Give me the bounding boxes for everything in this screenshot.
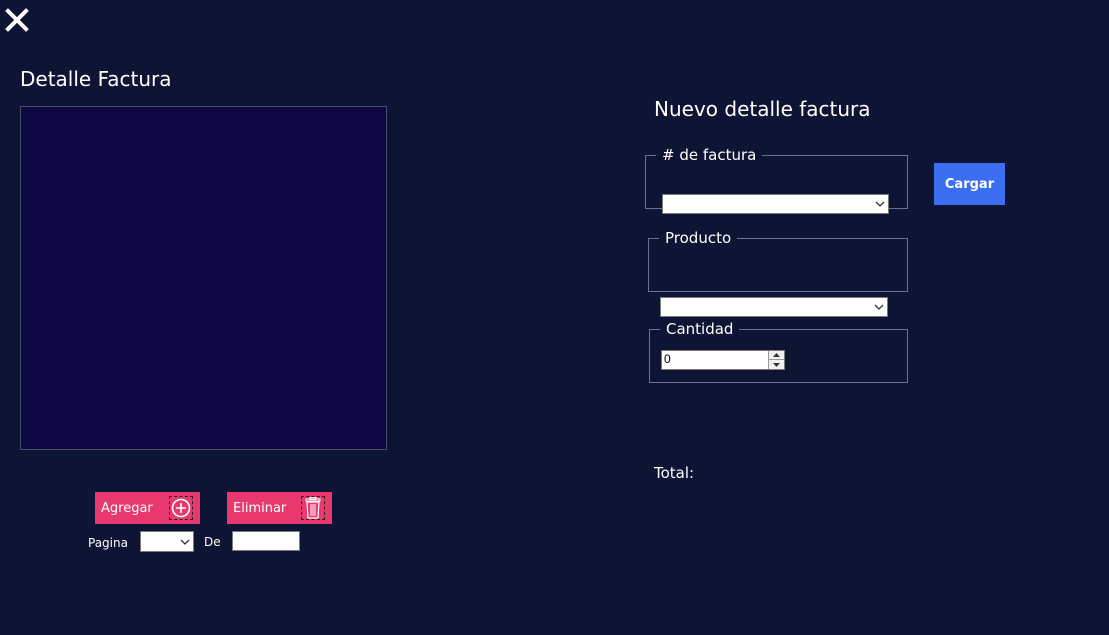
quantity-value: 0 [664, 352, 671, 366]
add-button[interactable]: Agregar [95, 492, 200, 524]
add-button-label: Agregar [101, 500, 153, 516]
page-select[interactable] [140, 531, 194, 552]
stepper-down-icon[interactable] [769, 360, 784, 369]
stepper-up-icon[interactable] [769, 351, 784, 360]
quantity-group-label: Cantidad [660, 320, 740, 338]
delete-button-label: Eliminar [233, 500, 287, 516]
close-icon[interactable] [5, 8, 29, 32]
delete-button[interactable]: Eliminar [227, 492, 332, 524]
of-label: De [204, 535, 221, 549]
chevron-down-icon [180, 539, 190, 545]
product-group-label: Producto [659, 229, 738, 247]
trash-icon [301, 496, 325, 520]
detail-title: Detalle Factura [20, 67, 172, 91]
plus-circle-icon [169, 496, 193, 520]
product-select[interactable] [660, 297, 888, 317]
load-button[interactable]: Cargar [934, 163, 1005, 205]
invoice-select[interactable] [662, 194, 889, 214]
total-label: Total: [654, 464, 695, 482]
invoice-group-label: # de factura [656, 146, 763, 164]
total-pages-field[interactable] [232, 531, 300, 551]
quantity-stepper[interactable]: 0 [661, 350, 785, 370]
new-detail-title: Nuevo detalle factura [654, 97, 871, 121]
chevron-down-icon [875, 201, 885, 207]
detail-grid[interactable] [20, 106, 387, 450]
page-label: Pagina [88, 536, 128, 550]
chevron-down-icon [874, 304, 884, 310]
